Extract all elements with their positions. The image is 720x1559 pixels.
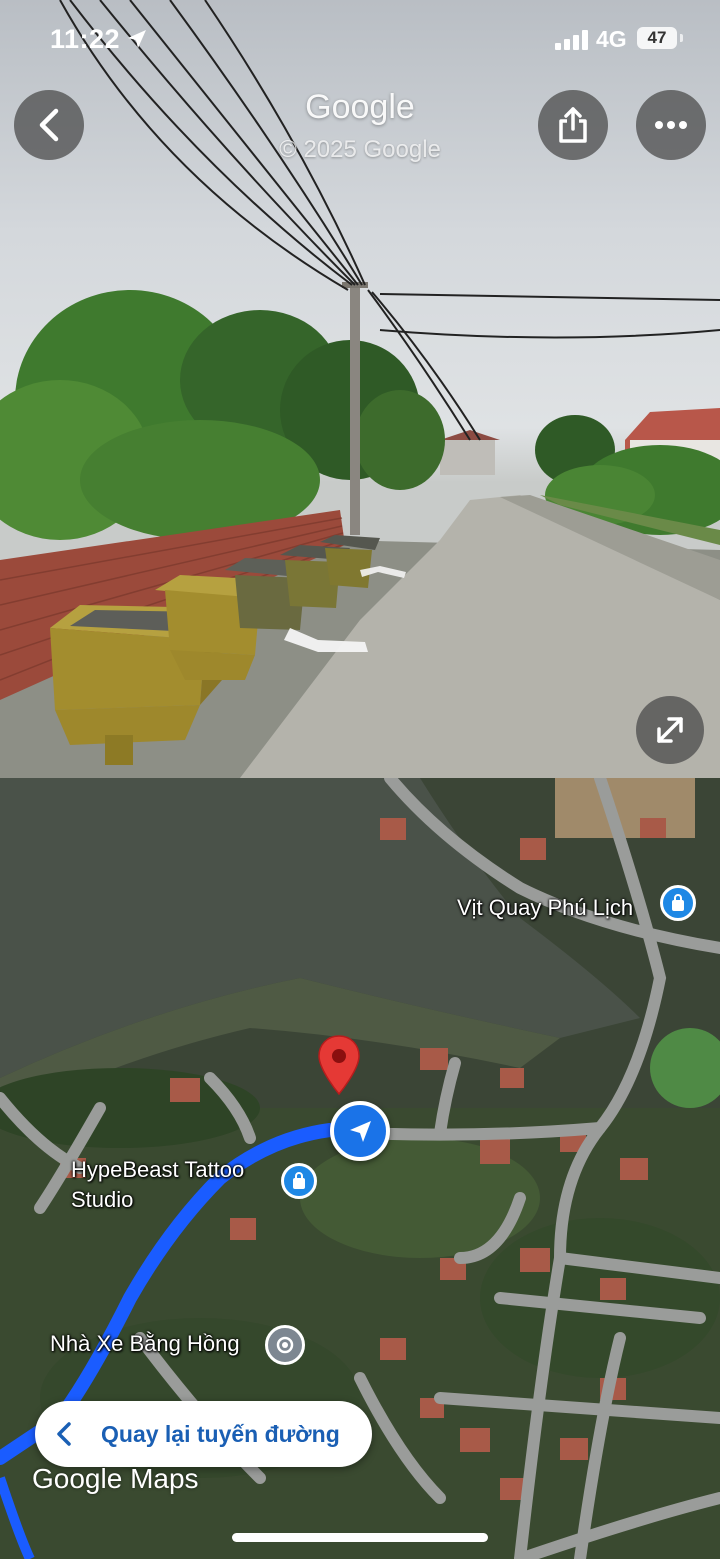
more-options-button[interactable]	[636, 90, 706, 160]
chevron-left-icon	[55, 1421, 79, 1447]
google-maps-logo: Google Maps	[32, 1463, 199, 1494]
signal-icon	[555, 30, 588, 50]
battery-cap	[680, 34, 683, 42]
map-view[interactable]: Vịt Quay Phú Lịch HypeBeast Tattoo Studi…	[0, 778, 720, 1559]
battery-icon: 47	[637, 27, 677, 49]
place-label-nha-xe[interactable]: Nhà Xe Bằng Hồng	[50, 1329, 240, 1359]
street-view-copyright: © 2025 Google	[279, 136, 441, 163]
navigation-arrow-icon	[330, 1101, 390, 1161]
status-time: 11:22	[50, 24, 121, 54]
street-view-panel[interactable]: 11:22 4G 47 Google © 2025 Google	[0, 0, 720, 778]
return-to-route-button[interactable]: Quay lại tuyến đường	[35, 1401, 372, 1467]
pin-icon[interactable]	[265, 1325, 305, 1365]
place-label-hypebeast[interactable]: HypeBeast Tattoo Studio	[71, 1155, 281, 1215]
location-arrow-icon	[128, 30, 146, 48]
shopping-bag-icon[interactable]	[281, 1163, 317, 1199]
street-view-title: Google	[305, 88, 415, 126]
place-label-vit-quay[interactable]: Vịt Quay Phú Lịch	[457, 893, 633, 923]
expand-button[interactable]	[636, 696, 704, 764]
share-button[interactable]	[538, 90, 608, 160]
network-type: 4G	[596, 26, 627, 52]
red-location-pin-icon[interactable]	[316, 1034, 362, 1096]
status-bar: 11:22 4G 47	[0, 0, 720, 80]
return-to-route-label: Quay lại tuyến đường	[101, 1420, 340, 1447]
share-icon	[559, 107, 587, 143]
more-dots-icon	[655, 121, 687, 129]
expand-icon	[657, 717, 683, 743]
home-indicator[interactable]	[232, 1533, 488, 1542]
shopping-bag-icon[interactable]	[660, 885, 696, 921]
